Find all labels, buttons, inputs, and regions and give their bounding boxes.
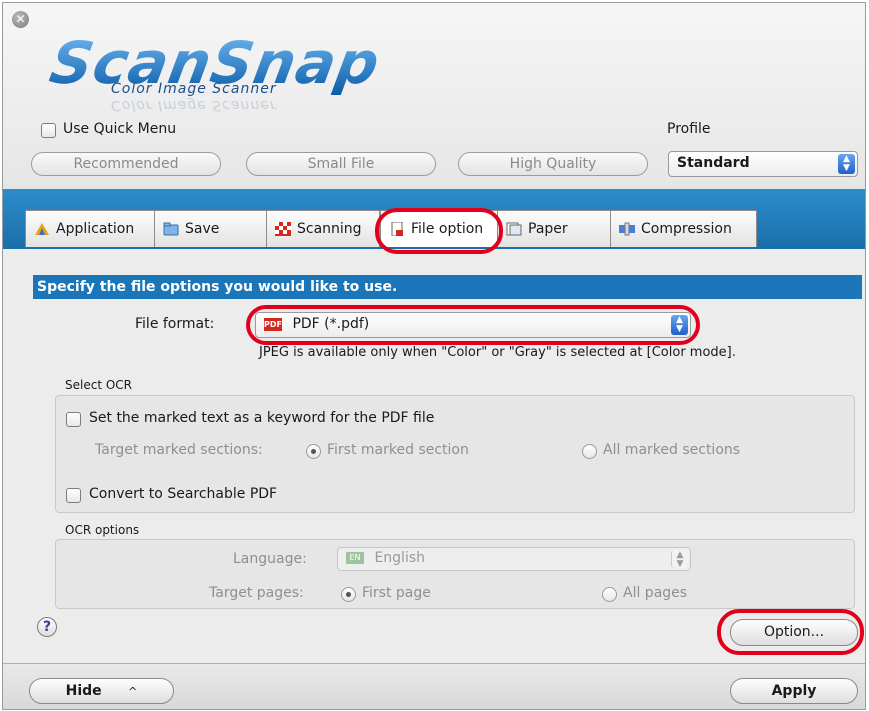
profile-select[interactable]: Standard ▲ ▼	[668, 151, 858, 177]
target-sections-label: Target marked sections:	[95, 442, 263, 458]
updown-arrows-icon: ▲ ▼	[671, 550, 688, 569]
keyword-checkbox-label: Set the marked text as a keyword for the…	[89, 410, 435, 426]
use-quick-menu-checkbox[interactable]	[41, 123, 56, 138]
tab-scanning-label: Scanning	[297, 221, 362, 237]
searchable-pdf-checkbox[interactable]	[66, 488, 81, 503]
pdf-icon: PDF	[264, 317, 282, 331]
first-page-radio[interactable]	[341, 587, 356, 602]
all-pages-label: All pages	[623, 585, 688, 601]
application-icon	[35, 223, 49, 235]
tab-compression-label: Compression	[641, 221, 732, 237]
language-flag-icon: EN	[346, 552, 364, 564]
tab-file-option-label: File option	[411, 221, 484, 237]
tab-application[interactable]: Application	[25, 210, 155, 247]
profile-label: Profile	[667, 121, 711, 137]
high-quality-button[interactable]: High Quality	[458, 152, 648, 176]
file-format-note: JPEG is available only when "Color" or "…	[259, 345, 736, 360]
updown-arrows-icon: ▲ ▼	[838, 154, 855, 174]
tab-compression[interactable]: Compression	[610, 210, 757, 247]
scanning-icon	[275, 222, 291, 236]
close-icon[interactable]: ✕	[12, 11, 29, 28]
language-value: English	[374, 550, 426, 566]
recommended-button[interactable]: Recommended	[31, 152, 221, 176]
language-select[interactable]: EN English ▲ ▼	[337, 547, 691, 571]
all-marked-sections-radio[interactable]	[582, 444, 597, 459]
chevron-up-icon: ^	[128, 685, 138, 698]
file-icon	[391, 222, 403, 236]
file-format-select[interactable]: PDF PDF (*.pdf) ▲ ▼	[255, 312, 691, 338]
tab-paper-label: Paper	[528, 221, 568, 237]
instruction-banner: Specify the file options you would like …	[33, 275, 862, 299]
target-pages-label: Target pages:	[209, 585, 304, 601]
logo-reflection: Color Image Scanner	[111, 97, 277, 113]
scansnap-settings-window: ✕ ScanSnap Color Image Scanner Color Ima…	[2, 2, 866, 710]
tab-save-label: Save	[185, 221, 220, 237]
updown-arrows-icon: ▲ ▼	[671, 315, 688, 335]
compression-icon	[619, 222, 635, 236]
file-format-label: File format:	[135, 316, 215, 332]
keyword-checkbox[interactable]	[66, 412, 81, 427]
help-icon[interactable]: ?	[37, 617, 57, 637]
tab-scanning[interactable]: Scanning	[266, 210, 380, 247]
apply-button[interactable]: Apply	[730, 678, 858, 704]
searchable-pdf-label: Convert to Searchable PDF	[89, 486, 278, 502]
select-ocr-label: Select OCR	[65, 378, 132, 392]
file-format-value: PDF (*.pdf)	[292, 316, 370, 332]
all-pages-radio[interactable]	[602, 587, 617, 602]
tab-application-label: Application	[56, 221, 135, 237]
tab-file-option[interactable]: File option	[380, 210, 498, 247]
tab-paper[interactable]: Paper	[497, 210, 611, 247]
first-marked-section-radio[interactable]	[306, 444, 321, 459]
tab-save[interactable]: Save	[154, 210, 267, 247]
hide-button-label: Hide	[65, 683, 102, 699]
scansnap-logo: ScanSnap Color Image Scanner Color Image…	[45, 29, 471, 113]
logo-subtitle: Color Image Scanner	[111, 81, 277, 97]
hide-button[interactable]: Hide ^	[29, 678, 174, 704]
ocr-options-label: OCR options	[65, 523, 140, 537]
language-label: Language:	[233, 551, 307, 567]
all-marked-sections-label: All marked sections	[603, 442, 741, 458]
paper-icon	[506, 222, 522, 236]
folder-icon	[163, 222, 179, 236]
small-file-button[interactable]: Small File	[246, 152, 436, 176]
first-marked-section-label: First marked section	[327, 442, 469, 458]
use-quick-menu-label: Use Quick Menu	[63, 121, 177, 137]
profile-value: Standard	[677, 155, 750, 171]
header-area: ✕ ScanSnap Color Image Scanner Color Ima…	[3, 3, 865, 189]
option-button[interactable]: Option...	[730, 619, 858, 646]
first-page-label: First page	[362, 585, 431, 601]
